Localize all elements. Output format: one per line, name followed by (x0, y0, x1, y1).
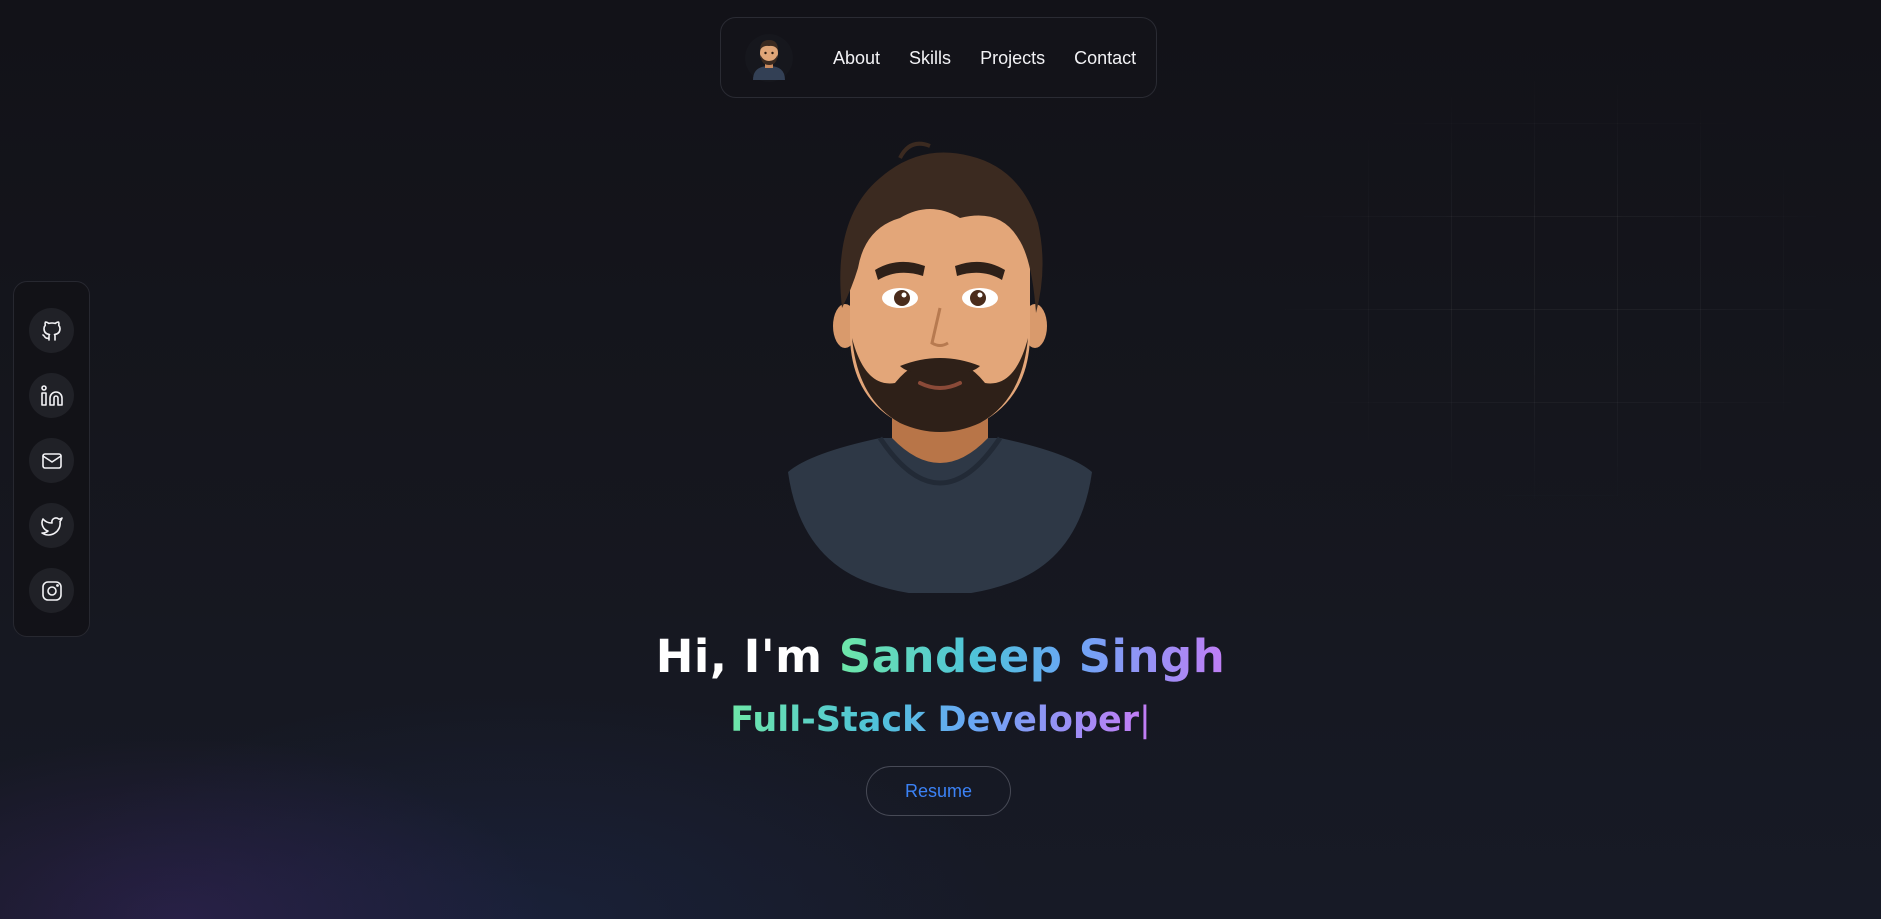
twitter-button[interactable] (29, 503, 74, 548)
instagram-icon (41, 580, 62, 601)
background-grid (1280, 30, 1880, 590)
nav-link-projects[interactable]: Projects (980, 48, 1045, 69)
nav-link-skills[interactable]: Skills (909, 48, 951, 69)
social-sidebar (13, 281, 90, 637)
top-nav: About Skills Projects Contact (720, 17, 1157, 98)
instagram-button[interactable] (29, 568, 74, 613)
hero-greeting: Hi, I'm (655, 630, 823, 683)
hero-avatar-illustration (788, 141, 1092, 593)
hero-title: Hi, I'm Sandeep Singh (0, 630, 1881, 683)
mail-icon (41, 452, 62, 469)
hero-role: Full-Stack Developer| (0, 700, 1881, 740)
hero-name: Sandeep Singh (838, 630, 1226, 683)
nav-link-about[interactable]: About (833, 48, 880, 69)
github-button[interactable] (29, 308, 74, 353)
nav-avatar-icon[interactable] (745, 34, 793, 82)
twitter-icon (40, 516, 63, 536)
linkedin-button[interactable] (29, 373, 74, 418)
mail-button[interactable] (29, 438, 74, 483)
nav-link-contact[interactable]: Contact (1074, 48, 1136, 69)
linkedin-icon (40, 384, 63, 406)
typing-cursor: | (1139, 700, 1151, 740)
github-icon (41, 320, 61, 341)
hero-role-text: Full-Stack Developer (730, 700, 1139, 740)
resume-button[interactable]: Resume (866, 766, 1011, 816)
